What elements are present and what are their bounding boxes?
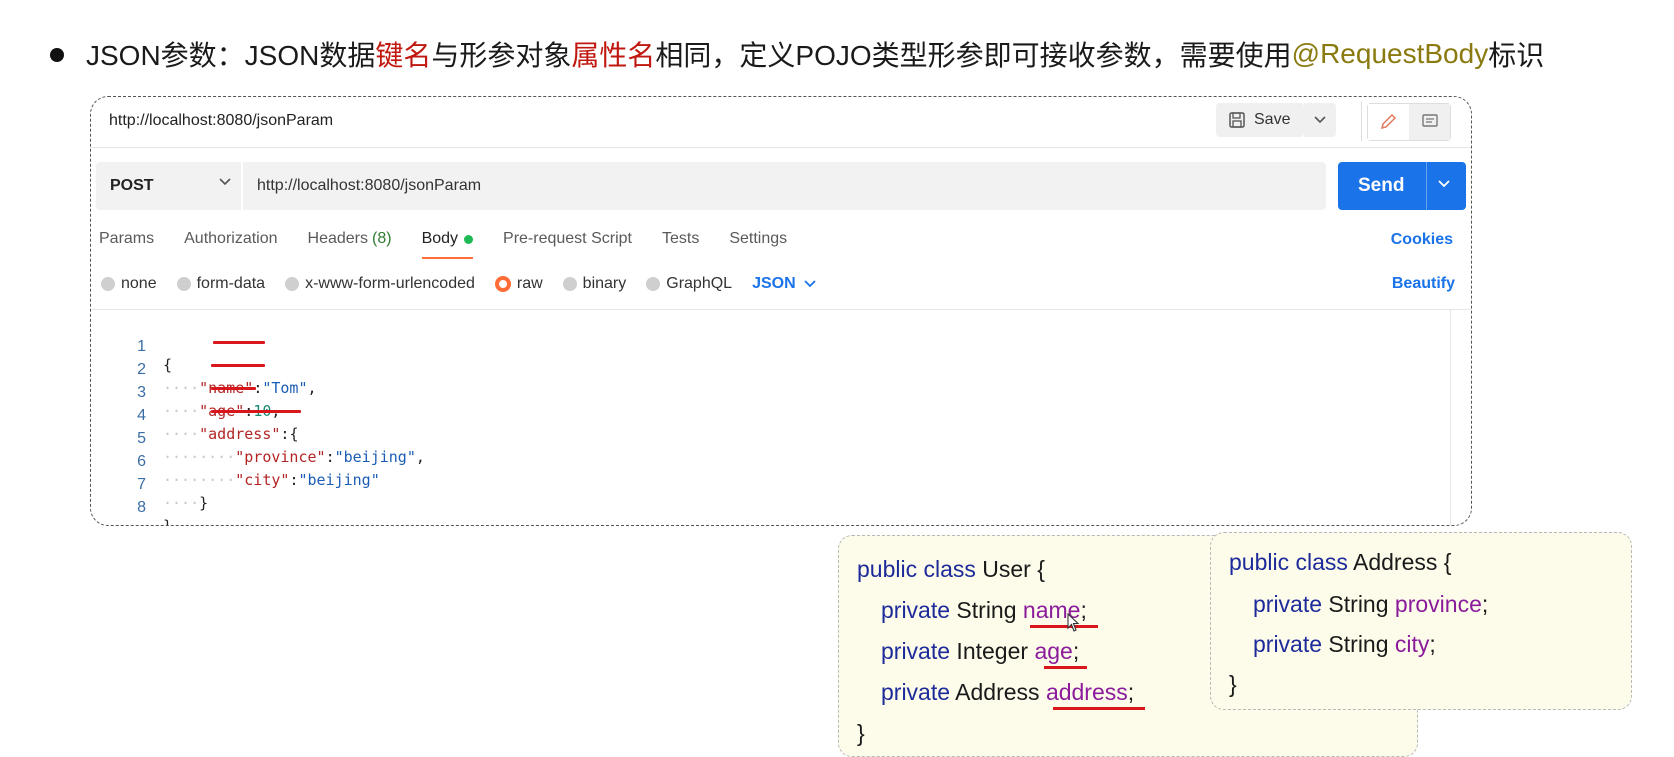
pencil-icon: [1381, 113, 1397, 130]
code-line: public class User {: [857, 556, 1045, 582]
radio-x-www-form-urlencoded[interactable]: x-www-form-urlencoded: [285, 275, 475, 293]
headers-count-badge: (8): [372, 230, 392, 247]
send-label: Send: [1358, 175, 1405, 196]
tab-body[interactable]: Body: [421, 219, 474, 259]
mouse-cursor-icon: [1067, 613, 1080, 632]
tab-authorization[interactable]: Authorization: [184, 219, 277, 259]
address-class-card: public class Address { private String pr…: [1210, 532, 1632, 710]
save-button[interactable]: Save: [1216, 103, 1304, 137]
heading-text-1: JSON参数：JSON数据: [86, 40, 376, 71]
postman-request-panel: http://localhost:8080/jsonParam Save POS…: [90, 96, 1472, 526]
heading-annotation: @RequestBody: [1291, 38, 1489, 69]
field-underline-name: [1030, 625, 1098, 628]
comment-mode-button[interactable]: [1409, 104, 1450, 140]
heading-key-name: 键名: [375, 40, 432, 71]
url-input[interactable]: http://localhost:8080/jsonParam: [243, 162, 1326, 210]
method-select[interactable]: POST: [96, 162, 241, 210]
chevron-down-icon: [219, 178, 231, 186]
chevron-down-icon[interactable]: [1438, 180, 1450, 188]
radio-raw[interactable]: raw: [494, 275, 543, 293]
save-label: Save: [1254, 111, 1291, 128]
request-tabs: Params Authorization Headers (8) Body Pre…: [99, 219, 817, 259]
view-mode-toggle: [1367, 103, 1451, 141]
radio-circle: [646, 277, 661, 291]
edit-mode-button[interactable]: [1368, 104, 1410, 140]
radio-none[interactable]: none: [101, 275, 157, 293]
tab-tests[interactable]: Tests: [662, 219, 699, 259]
code-line: private String name;: [881, 597, 1087, 623]
radio-circle: [176, 277, 191, 291]
body-indicator-dot: [464, 234, 474, 244]
cookies-link[interactable]: Cookies: [1391, 231, 1453, 249]
format-select[interactable]: JSON: [752, 275, 816, 293]
key-underline-address: [211, 410, 301, 413]
code-line: 7 ····}: [137, 476, 209, 512]
code-line: 2 ····"name":"Tom",: [137, 361, 317, 397]
radio-binary[interactable]: binary: [562, 275, 626, 293]
body-code-editor[interactable]: 1 { 2 ····"name":"Tom", 3 ····"age":10, …: [91, 309, 1471, 525]
heading-text-2: 与形参对象: [431, 40, 572, 71]
code-line: 1 {: [137, 338, 173, 374]
divider: [1361, 101, 1362, 141]
key-underline-age: [211, 387, 256, 390]
comment-icon: [1422, 114, 1438, 127]
tab-pre-request-script[interactable]: Pre-request Script: [503, 219, 632, 259]
code-line: 3 ····"age":10,: [137, 384, 280, 420]
request-tab-title: http://localhost:8080/jsonParam: [109, 112, 334, 129]
url-text: http://localhost:8080/jsonParam: [257, 177, 482, 194]
method-label: POST: [110, 177, 154, 194]
code-line: public class Address {: [1229, 549, 1452, 575]
beautify-link[interactable]: Beautify: [1392, 275, 1455, 293]
heading-attr-name: 属性名: [571, 40, 656, 71]
tab-params[interactable]: Params: [99, 219, 154, 259]
body-type-radios: none form-data x-www-form-urlencoded raw…: [101, 269, 816, 299]
heading-text-3: 相同，定义POJO类型形参即可接收参数，需要使用: [655, 40, 1292, 71]
code-line: private Integer age;: [881, 638, 1080, 664]
divider: [1426, 162, 1427, 210]
bullet-dot: [50, 48, 64, 62]
code-line: }: [1229, 671, 1237, 697]
code-line: 4 ····"address":{: [137, 407, 299, 443]
code-line: private String city;: [1253, 631, 1436, 657]
radio-circle-selected: [494, 276, 511, 292]
save-dropdown-button[interactable]: [1304, 103, 1336, 137]
code-line: private String province;: [1253, 591, 1489, 617]
key-underline-name-top: [213, 341, 265, 344]
heading-text-4: 标识: [1488, 40, 1545, 71]
code-line: private Address address;: [881, 679, 1135, 705]
save-icon: [1229, 112, 1245, 128]
code-line: 5 ········"province":"beijing",: [137, 430, 425, 466]
chevron-down-icon: [804, 280, 816, 288]
radio-circle: [101, 277, 115, 291]
chevron-down-icon: [1314, 116, 1326, 124]
radio-circle: [285, 277, 300, 291]
field-underline-address: [1053, 707, 1145, 710]
tab-settings[interactable]: Settings: [729, 219, 787, 259]
slide-heading: JSON参数：JSON数据 键名 与形参对象 属性名 相同，定义POJO类型形参即可接收…: [50, 34, 1544, 74]
request-titlebar: http://localhost:8080/jsonParam Save: [91, 97, 1471, 148]
field-underline-age: [1044, 666, 1087, 669]
code-line: 8 }: [137, 499, 173, 526]
key-underline-name: [211, 364, 265, 367]
editor-scrollbar[interactable]: [1450, 310, 1451, 525]
tab-headers[interactable]: Headers (8): [308, 219, 392, 259]
radio-graphql[interactable]: GraphQL: [646, 275, 732, 293]
code-line: }: [857, 720, 865, 746]
radio-form-data[interactable]: form-data: [176, 275, 265, 293]
radio-circle: [562, 277, 577, 291]
code-line: 6 ········"city":"beijing": [137, 453, 380, 489]
send-button[interactable]: Send: [1338, 162, 1466, 210]
